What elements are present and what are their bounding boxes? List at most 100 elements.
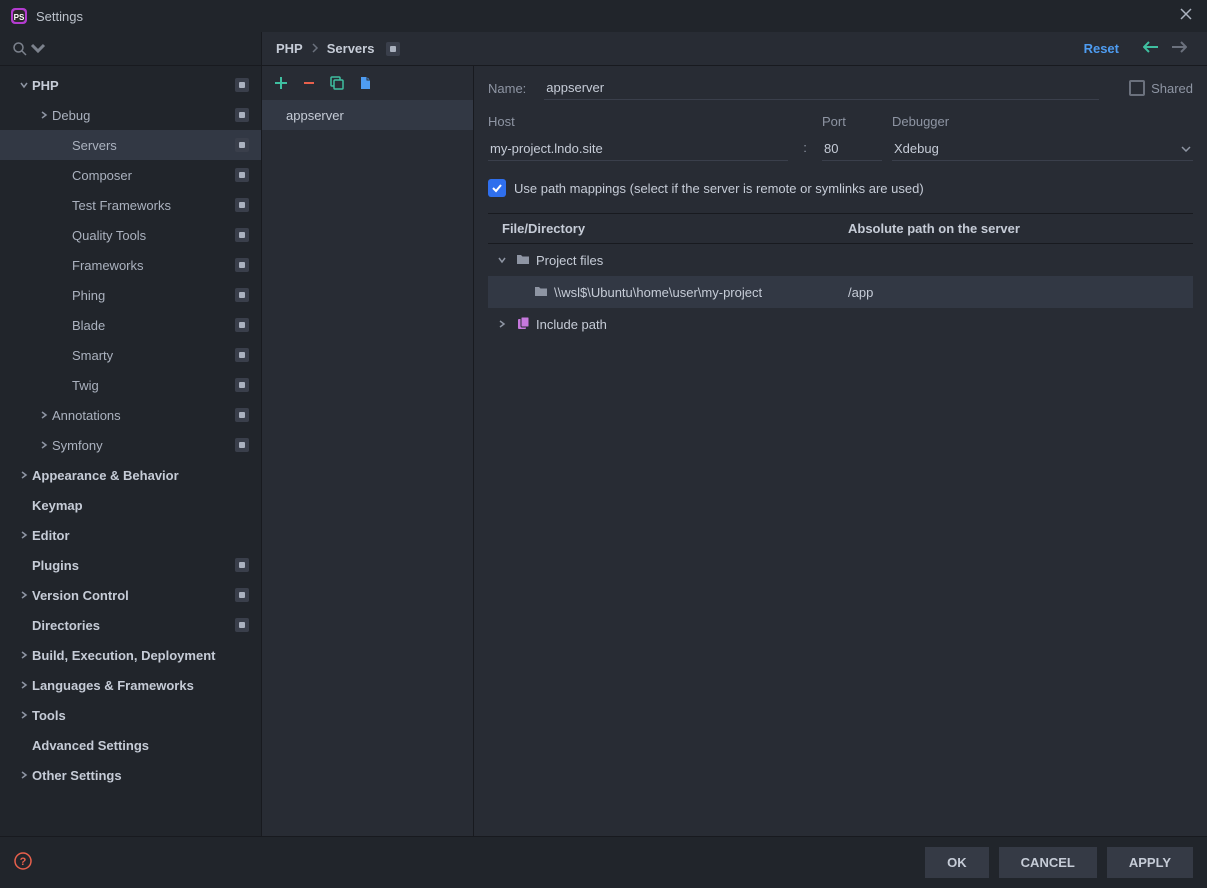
sidebar-item-phing[interactable]: Phing: [0, 280, 261, 310]
sidebar-item-label: Composer: [72, 168, 235, 183]
project-badge-icon: [235, 78, 249, 92]
sidebar-item-build-execution-deployment[interactable]: Build, Execution, Deployment: [0, 640, 261, 670]
project-badge-icon: [235, 258, 249, 272]
sidebar-item-keymap[interactable]: Keymap: [0, 490, 261, 520]
port-input[interactable]: [822, 137, 882, 161]
mapping-row-include-path[interactable]: Include path: [488, 308, 1193, 340]
chevron-right-icon[interactable]: [36, 410, 52, 420]
sidebar-item-label: Languages & Frameworks: [32, 678, 249, 693]
chevron-right-icon[interactable]: [16, 680, 32, 690]
project-badge-icon: [235, 378, 249, 392]
close-icon[interactable]: [1175, 3, 1197, 30]
window-title: Settings: [36, 9, 83, 24]
remove-server-icon[interactable]: [302, 76, 316, 90]
sidebar-item-test-frameworks[interactable]: Test Frameworks: [0, 190, 261, 220]
sidebar-item-label: Version Control: [32, 588, 235, 603]
nav-back-icon[interactable]: [1137, 41, 1165, 56]
sidebar-item-frameworks[interactable]: Frameworks: [0, 250, 261, 280]
sidebar-item-directories[interactable]: Directories: [0, 610, 261, 640]
sidebar-item-smarty[interactable]: Smarty: [0, 340, 261, 370]
chevron-right-icon[interactable]: [16, 470, 32, 480]
add-server-icon[interactable]: [274, 76, 288, 90]
chevron-right-icon[interactable]: [494, 319, 510, 329]
sidebar-item-editor[interactable]: Editor: [0, 520, 261, 550]
reset-link[interactable]: Reset: [1084, 41, 1119, 56]
sidebar-item-blade[interactable]: Blade: [0, 310, 261, 340]
sidebar-item-quality-tools[interactable]: Quality Tools: [0, 220, 261, 250]
sidebar-item-label: Test Frameworks: [72, 198, 235, 213]
ok-button[interactable]: OK: [925, 847, 989, 878]
chevron-down-icon[interactable]: [16, 80, 32, 90]
sidebar-item-appearance-behavior[interactable]: Appearance & Behavior: [0, 460, 261, 490]
chevron-right-icon[interactable]: [16, 710, 32, 720]
shared-checkbox[interactable]: [1129, 80, 1145, 96]
server-list: appserver: [262, 100, 473, 836]
sidebar-item-label: Twig: [72, 378, 235, 393]
sidebar-item-version-control[interactable]: Version Control: [0, 580, 261, 610]
sidebar-item-symfony[interactable]: Symfony: [0, 430, 261, 460]
sidebar-item-label: Appearance & Behavior: [32, 468, 249, 483]
name-input[interactable]: [544, 76, 1099, 100]
sidebar-item-tools[interactable]: Tools: [0, 700, 261, 730]
library-icon: [516, 316, 530, 333]
breadcrumb-php[interactable]: PHP: [276, 41, 303, 56]
host-input[interactable]: [488, 137, 788, 161]
chevron-right-icon[interactable]: [16, 770, 32, 780]
sidebar-item-label: Keymap: [32, 498, 249, 513]
chevron-down-icon[interactable]: [494, 255, 510, 265]
sidebar-item-label: Other Settings: [32, 768, 249, 783]
mapping-row-local-path[interactable]: \\wsl$\Ubuntu\home\user\my-project /app: [488, 276, 1193, 308]
sidebar-item-label: Annotations: [52, 408, 235, 423]
chevron-down-icon: [1181, 146, 1191, 152]
apply-button[interactable]: APPLY: [1107, 847, 1193, 878]
path-mappings-label: Use path mappings (select if the server …: [514, 181, 924, 196]
sidebar-item-label: Frameworks: [72, 258, 235, 273]
svg-text:PS: PS: [14, 13, 25, 22]
sidebar-item-label: Symfony: [52, 438, 235, 453]
sidebar-item-other-settings[interactable]: Other Settings: [0, 760, 261, 790]
search-row[interactable]: [0, 32, 261, 66]
cancel-button[interactable]: CANCEL: [999, 847, 1097, 878]
sidebar-item-twig[interactable]: Twig: [0, 370, 261, 400]
nav-forward-icon[interactable]: [1165, 41, 1193, 56]
folder-icon: [516, 253, 530, 268]
sidebar-item-debug[interactable]: Debug: [0, 100, 261, 130]
chevron-right-icon[interactable]: [16, 590, 32, 600]
titlebar: PS Settings: [0, 0, 1207, 32]
local-path-value: \\wsl$\Ubuntu\home\user\my-project: [554, 285, 762, 300]
chevron-right-icon[interactable]: [36, 440, 52, 450]
server-path-value[interactable]: /app: [848, 285, 1193, 300]
project-badge-icon: [235, 558, 249, 572]
copy-server-icon[interactable]: [330, 76, 344, 90]
breadcrumb-servers: Servers: [327, 41, 375, 56]
server-item-appserver[interactable]: appserver: [262, 100, 473, 130]
chevron-right-icon[interactable]: [16, 530, 32, 540]
sidebar-item-label: Plugins: [32, 558, 235, 573]
chevron-right-icon[interactable]: [36, 110, 52, 120]
project-badge-icon: [386, 42, 400, 56]
server-form: Name: Shared Host Port Debugger :: [474, 66, 1207, 836]
sidebar-item-label: Build, Execution, Deployment: [32, 648, 249, 663]
sidebar-item-advanced-settings[interactable]: Advanced Settings: [0, 730, 261, 760]
settings-sidebar: PHPDebugServers Composer Test Frameworks Qu…: [0, 32, 262, 836]
sidebar-item-plugins[interactable]: Plugins: [0, 550, 261, 580]
project-badge-icon: [235, 108, 249, 122]
sidebar-item-annotations[interactable]: Annotations: [0, 400, 261, 430]
sidebar-item-php[interactable]: PHP: [0, 70, 261, 100]
content-header: PHP Servers Reset: [262, 32, 1207, 66]
chevron-right-icon[interactable]: [16, 650, 32, 660]
mapping-row-project-files[interactable]: Project files: [488, 244, 1193, 276]
search-icon: [12, 41, 28, 57]
project-files-label: Project files: [536, 253, 603, 268]
debugger-select[interactable]: Xdebug: [892, 137, 1193, 161]
help-icon[interactable]: ?: [14, 852, 32, 873]
project-badge-icon: [235, 408, 249, 422]
sidebar-item-languages-frameworks[interactable]: Languages & Frameworks: [0, 670, 261, 700]
sidebar-item-label: Phing: [72, 288, 235, 303]
sidebar-item-label: Tools: [32, 708, 249, 723]
sidebar-item-servers[interactable]: Servers: [0, 130, 261, 160]
import-server-icon[interactable]: [358, 76, 372, 90]
sidebar-item-composer[interactable]: Composer: [0, 160, 261, 190]
path-mappings-checkbox[interactable]: [488, 179, 506, 197]
name-label: Name:: [488, 81, 526, 96]
